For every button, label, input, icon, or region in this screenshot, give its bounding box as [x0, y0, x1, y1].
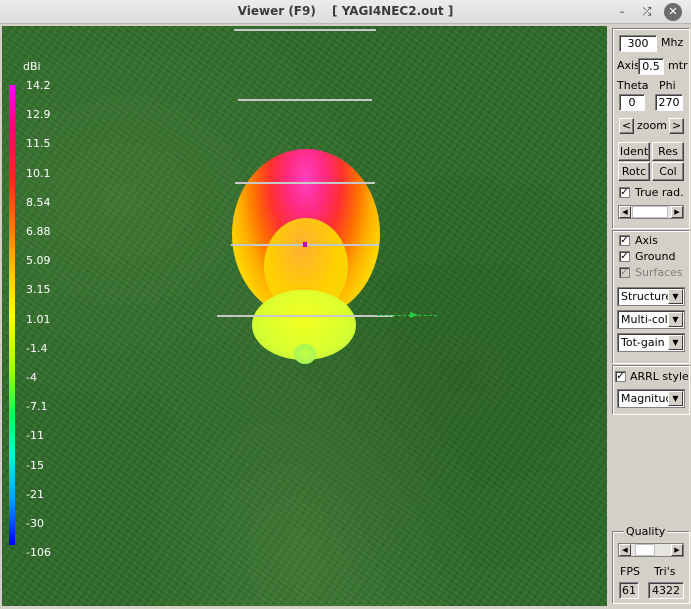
slider-thumb[interactable]: [635, 544, 655, 556]
window-title: Viewer (F9) [ YAGI4NEC2.out ]: [0, 4, 691, 18]
scale-unit: dBi: [23, 60, 41, 73]
zoom-label: zoom: [637, 119, 667, 132]
axis-length-label: Axis: [617, 59, 640, 72]
slider-right-icon[interactable]: ▶: [671, 544, 683, 556]
phi-label: Phi: [659, 79, 676, 92]
color-scale-bar: [9, 85, 15, 545]
scale-label: 8.54: [26, 195, 51, 209]
scale-label: 14.2: [26, 79, 51, 92]
control-panel: 300 Mhz Axis 0.5 mtr Theta Phi 0 270 < z…: [610, 26, 691, 609]
feedpoint-marker: [303, 242, 307, 247]
axis-length-input[interactable]: 0.5: [638, 58, 664, 75]
chevron-down-icon[interactable]: ▼: [668, 391, 683, 406]
true-rad-slider[interactable]: ◀ ▶: [618, 205, 684, 219]
true-rad-label: True rad.: [635, 186, 684, 199]
color-mode-select[interactable]: Multi-color ▼: [617, 310, 685, 329]
title-bar: Viewer (F9) [ YAGI4NEC2.out ] – ⤮ ✕: [0, 0, 691, 24]
res-button[interactable]: Res: [652, 142, 684, 161]
axis-check-label: Axis: [635, 234, 658, 247]
scale-label: -30: [26, 517, 44, 530]
scale-label: -4: [26, 371, 37, 384]
fps-label: FPS: [620, 565, 640, 578]
quality-slider[interactable]: ◀ ▶: [618, 543, 684, 557]
director-element-2: [238, 99, 372, 101]
axis-line: [377, 315, 437, 316]
window-title-text: Viewer (F9): [237, 4, 316, 18]
zoom-in-button[interactable]: >: [669, 118, 684, 134]
surfaces-checkbox: ✓: [619, 267, 630, 278]
director-element-3: [234, 29, 376, 31]
scale-label: -21: [26, 487, 44, 501]
chevron-down-icon[interactable]: ▼: [668, 335, 683, 350]
tris-value: 4322: [648, 582, 684, 599]
phi-input[interactable]: 270: [655, 94, 683, 111]
rear-lobe-tail: [294, 344, 316, 364]
close-icon[interactable]: ✕: [664, 3, 682, 21]
chevron-down-icon[interactable]: ▼: [668, 289, 683, 304]
arrl-style-checkbox[interactable]: ✓: [615, 371, 626, 382]
scale-label: 5.09: [26, 254, 51, 268]
axis-checkbox[interactable]: ✓: [619, 235, 630, 246]
rotc-button[interactable]: Rotc: [618, 162, 650, 181]
reflector-element: [217, 315, 393, 317]
ident-button[interactable]: Ident: [618, 142, 650, 161]
gain-select[interactable]: Tot-gain ▼: [617, 333, 685, 352]
theta-input[interactable]: 0: [619, 94, 645, 111]
3d-viewport[interactable]: dBi 14.2 12.9 11.5 10.1 8.54 6.88 5.09 3.15 1.01…: [2, 26, 607, 606]
slider-thumb[interactable]: [632, 206, 668, 218]
axis-length-unit: mtr: [668, 59, 688, 72]
window-filename: [ YAGI4NEC2.out ]: [332, 4, 454, 18]
scale-label: 1.01: [26, 312, 51, 326]
gain-select-value: Tot-gain: [621, 336, 665, 349]
chevron-down-icon[interactable]: ▼: [668, 312, 683, 327]
frequency-unit: Mhz: [661, 36, 684, 49]
axis-arrow-icon: [410, 312, 418, 318]
col-button[interactable]: Col: [652, 162, 684, 181]
zoom-out-button[interactable]: <: [619, 118, 634, 134]
scale-label: 6.88: [26, 225, 51, 238]
scale-label: -7.1: [26, 400, 48, 414]
scale-label: -11: [26, 429, 44, 443]
magnitude-select[interactable]: Magnitude ▼: [617, 389, 685, 408]
true-rad-checkbox[interactable]: ✓: [619, 187, 630, 198]
scale-label: 11.5: [26, 137, 51, 151]
scale-label: 12.9: [26, 108, 51, 122]
surfaces-check-label: Surfaces: [635, 266, 683, 279]
ground-checkbox[interactable]: ✓: [619, 251, 630, 262]
magnitude-select-value: Magnitude: [621, 392, 669, 405]
slider-left-icon[interactable]: ◀: [619, 206, 631, 218]
slider-right-icon[interactable]: ▶: [671, 206, 683, 218]
scale-label: -15: [26, 458, 44, 472]
scale-label: 10.1: [26, 166, 51, 180]
structure-select[interactable]: Structure ▼: [617, 287, 685, 306]
theta-label: Theta: [617, 79, 649, 92]
color-mode-select-value: Multi-color: [621, 313, 669, 326]
slider-left-icon[interactable]: ◀: [619, 544, 631, 556]
scale-label: -1.4: [26, 341, 48, 355]
frequency-input[interactable]: 300: [619, 35, 657, 52]
ground-check-label: Ground: [635, 250, 676, 263]
structure-select-value: Structure: [621, 290, 669, 303]
tris-label: Tri's: [654, 565, 676, 578]
arrl-style-label: ARRL style: [630, 370, 689, 383]
quality-label: Quality: [624, 525, 668, 538]
restore-icon[interactable]: ⤮: [637, 2, 657, 22]
director-element-1: [235, 182, 375, 184]
scale-label: 3.15: [26, 283, 51, 297]
fps-value: 61: [619, 582, 639, 599]
minimize-icon[interactable]: –: [612, 2, 632, 22]
scale-label: -106: [26, 546, 51, 560]
